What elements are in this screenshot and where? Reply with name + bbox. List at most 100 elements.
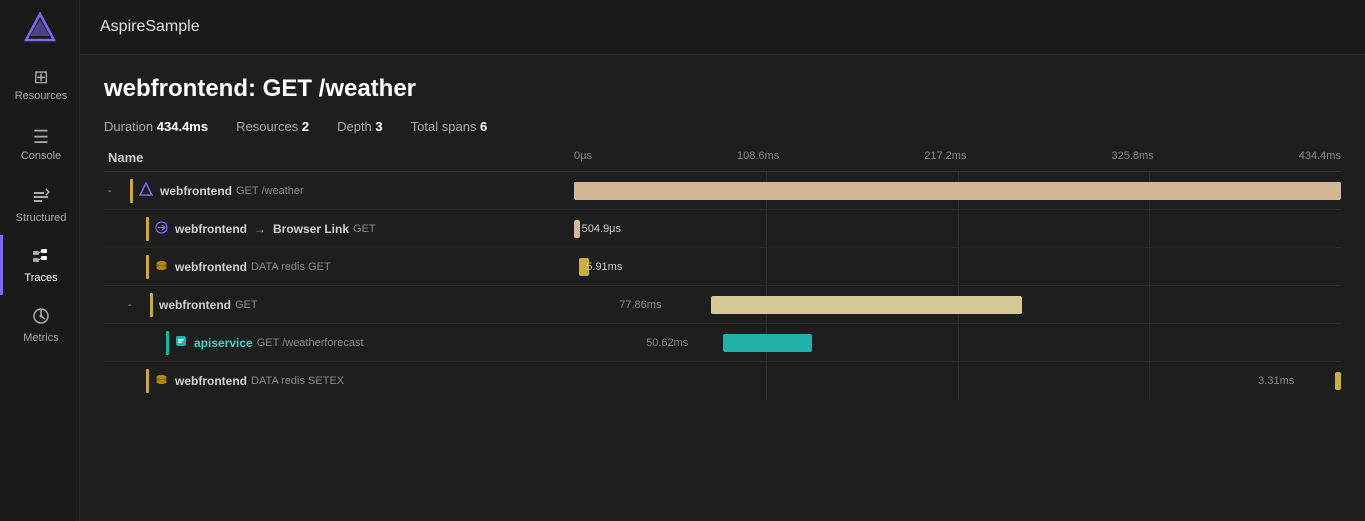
service2-name: Browser Link: [273, 222, 349, 236]
row-timeline-cell: 50.62ms: [574, 324, 1341, 361]
sidebar-item-label: Metrics: [23, 332, 58, 344]
sidebar: ⊞ Resources ☰ Console Structured: [0, 0, 80, 521]
grid-line: [958, 210, 959, 247]
meta-bar: Duration 434.4ms Resources 2 Depth 3 Tot…: [104, 119, 1341, 134]
row-name-cell: -webfrontend GET /weather: [104, 179, 574, 203]
sidebar-item-label: Console: [21, 150, 61, 162]
span-label: 3.31ms: [1258, 375, 1294, 387]
timeline-label-3: 325.8ms: [1112, 150, 1154, 165]
logo-area: [0, 0, 80, 55]
row-timeline-cell: 504.9μs: [574, 210, 1341, 247]
col-timeline-header: 0μs 108.6ms 217.2ms 325.8ms 434.4ms: [574, 150, 1341, 165]
sidebar-item-label: Resources: [15, 90, 68, 102]
depth-value: 3: [375, 119, 382, 134]
service-icon: [175, 335, 187, 350]
sidebar-item-label: Traces: [24, 272, 57, 284]
sidebar-item-label: Structured: [16, 212, 67, 224]
service-name: webfrontend: [175, 260, 247, 274]
span-label: 77.86ms: [619, 299, 661, 311]
pipe-bar: [146, 369, 149, 393]
span-label: 5.91ms: [586, 261, 622, 273]
expand-button[interactable]: -: [128, 299, 142, 311]
timeline-label-1: 108.6ms: [737, 150, 779, 165]
topbar: AspireSample: [80, 0, 1365, 55]
duration-value: 434.4ms: [157, 119, 208, 134]
expand-button[interactable]: -: [108, 185, 122, 197]
structured-icon: [32, 187, 50, 208]
method-label: GET /weather: [236, 185, 304, 197]
service-icon: [155, 259, 168, 275]
row-timeline-cell: 77.86ms: [574, 286, 1341, 323]
method-label: GET: [235, 299, 258, 311]
timeline-labels: 0μs 108.6ms 217.2ms 325.8ms 434.4ms: [574, 150, 1341, 165]
grid-line: [766, 210, 767, 247]
row-name-cell: apiservice GET /weatherforecast: [104, 331, 574, 355]
console-icon: ☰: [33, 128, 49, 146]
trace-rows: -webfrontend GET /weatherwebfrontend→Bro…: [104, 172, 1341, 509]
table-row: apiservice GET /weatherforecast 50.62ms: [104, 324, 1341, 362]
sidebar-item-console[interactable]: ☰ Console: [0, 115, 80, 175]
span-bar: [711, 296, 1022, 314]
table-row: webfrontend → Browser Link GET 504.9μs: [104, 210, 1341, 248]
sidebar-item-structured[interactable]: Structured: [0, 175, 80, 235]
service-name: webfrontend: [175, 222, 247, 236]
table-row: - webfrontend GET 77.86ms: [104, 286, 1341, 324]
span-bar: [1335, 372, 1341, 390]
pipe-bar: [150, 293, 153, 317]
timeline-label-2: 217.2ms: [924, 150, 966, 165]
grid-line: [1149, 248, 1150, 285]
total-spans-value: 6: [480, 119, 487, 134]
timeline-label-4: 434.4ms: [1299, 150, 1341, 165]
span-bar: [723, 334, 812, 352]
row-timeline-cell: [574, 172, 1341, 209]
col-name-header: Name: [104, 150, 574, 165]
method-label: GET /weatherforecast: [257, 337, 364, 349]
content-area: webfrontend: GET /weather Duration 434.4…: [80, 55, 1365, 521]
service-icon: [155, 373, 168, 389]
service-icon: [139, 182, 153, 199]
table-row: -webfrontend GET /weather: [104, 172, 1341, 210]
main-content: AspireSample webfrontend: GET /weather D…: [80, 0, 1365, 521]
method-label: GET: [353, 223, 376, 235]
sidebar-item-traces[interactable]: Traces: [0, 235, 80, 295]
arrow-icon: →: [254, 222, 266, 236]
pipe-bar: [146, 255, 149, 279]
trace-table: Name 0μs 108.6ms 217.2ms 325.8ms 434.4ms…: [104, 150, 1341, 509]
grid-line: [958, 362, 959, 400]
method-label: DATA redis SETEX: [251, 375, 344, 387]
total-spans-meta: Total spans 6: [411, 119, 488, 134]
span-bar: [574, 182, 1341, 200]
timeline-label-0: 0μs: [574, 150, 592, 165]
grid-line: [1149, 362, 1150, 400]
traces-icon: [32, 247, 50, 268]
pipe-bar: [146, 217, 149, 241]
sidebar-item-resources[interactable]: ⊞ Resources: [0, 55, 80, 115]
sidebar-item-metrics[interactable]: Metrics: [0, 295, 80, 355]
grid-line: [1149, 286, 1150, 323]
table-row: webfrontend DATA redis GET 5.91ms: [104, 248, 1341, 286]
span-label: 504.9μs: [582, 223, 621, 235]
row-name-cell: - webfrontend GET: [104, 293, 574, 317]
row-name-cell: webfrontend DATA redis SETEX: [104, 369, 574, 393]
aspire-logo-icon: [24, 12, 56, 44]
pipe-bar: [130, 179, 133, 203]
grid-line: [958, 324, 959, 361]
service-name: webfrontend: [159, 298, 231, 312]
span-bar: [574, 220, 580, 238]
row-name-cell: webfrontend DATA redis GET: [104, 255, 574, 279]
depth-meta: Depth 3: [337, 119, 383, 134]
service-name: webfrontend: [175, 374, 247, 388]
resources-meta: Resources 2: [236, 119, 309, 134]
method-label: DATA redis GET: [251, 261, 331, 273]
row-timeline-cell: 3.31ms: [574, 362, 1341, 400]
grid-line: [958, 248, 959, 285]
service-name: apiservice: [194, 336, 253, 350]
span-label: 50.62ms: [646, 337, 688, 349]
trace-table-header: Name 0μs 108.6ms 217.2ms 325.8ms 434.4ms: [104, 150, 1341, 172]
duration-meta: Duration 434.4ms: [104, 119, 208, 134]
resources-value: 2: [302, 119, 309, 134]
page-title: webfrontend: GET /weather: [104, 75, 1341, 103]
table-row: webfrontend DATA redis SETEX 3.31ms: [104, 362, 1341, 400]
grid-line: [1149, 324, 1150, 361]
metrics-icon: [32, 307, 50, 328]
